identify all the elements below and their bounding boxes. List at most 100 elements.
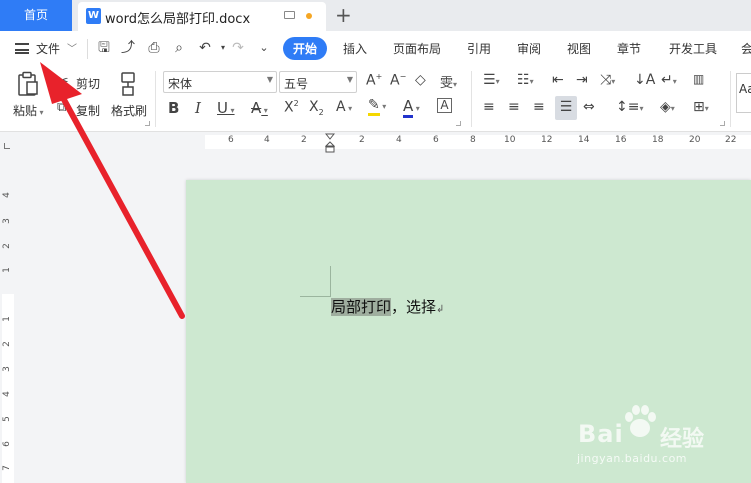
tab-bar: 首页 W word怎么局部打印.docx + xyxy=(0,0,751,31)
ruler-number: 8 xyxy=(470,135,476,145)
clipboard-paste-icon[interactable] xyxy=(16,71,40,97)
align-justify-icon[interactable]: ☰ xyxy=(555,96,577,120)
watermark-brand: Bai xyxy=(578,420,624,448)
vertical-ruler[interactable]: 4 3 2 1 1 2 3 4 5 6 7 xyxy=(0,154,16,483)
font-name-select[interactable]: 宋体 ▼ xyxy=(163,71,277,93)
distributed-align-icon[interactable]: ⇔ xyxy=(583,99,595,115)
style-gallery[interactable]: Aa xyxy=(736,73,751,113)
superscript-icon[interactable]: X2 xyxy=(284,99,299,116)
ruler-number: 1 xyxy=(1,267,12,273)
ruler-toggle-icon[interactable]: ▥ xyxy=(693,72,704,86)
scissors-icon[interactable]: ✂ xyxy=(57,73,69,89)
italic-icon[interactable]: I xyxy=(195,99,201,117)
align-right-icon[interactable]: ≡ xyxy=(533,99,545,115)
increase-indent-icon[interactable]: ⇥ xyxy=(576,72,588,88)
format-painter-icon[interactable] xyxy=(118,71,138,97)
cut-button[interactable]: 剪切 xyxy=(76,75,100,92)
monitor-icon[interactable] xyxy=(284,11,295,19)
numbered-list-icon[interactable]: ☷▾ xyxy=(517,72,534,88)
margin-corner-mark xyxy=(330,266,331,297)
ruler-number: 4 xyxy=(1,192,12,198)
paragraph-text[interactable]: ，选择 xyxy=(391,298,436,316)
shading-fill-icon[interactable]: ◈▾ xyxy=(660,99,675,115)
unsaved-dot-icon xyxy=(306,13,312,19)
align-left-icon[interactable]: ≡ xyxy=(483,99,495,115)
paragraph-mark-icon: ↲ xyxy=(436,304,445,315)
export-icon[interactable]: ⤴ xyxy=(119,39,137,57)
clear-format-eraser-icon[interactable]: ◇ xyxy=(415,72,426,88)
redo-icon[interactable]: ↷ xyxy=(229,39,247,57)
tab-stop-selector-icon[interactable] xyxy=(4,143,10,149)
paste-button[interactable]: 粘贴 ▾ xyxy=(13,102,44,119)
ruler-number: 1 xyxy=(1,316,12,322)
ruler-number: 20 xyxy=(689,135,701,145)
selected-text[interactable]: 局部打印 xyxy=(331,298,392,316)
ruler-number: 7 xyxy=(1,465,12,471)
copy-button[interactable]: 复制 xyxy=(76,102,100,119)
word-doc-icon: W xyxy=(86,8,101,24)
bullet-list-icon[interactable]: ☰▾ xyxy=(483,72,500,88)
print-preview-icon[interactable]: ⌕ xyxy=(170,39,188,57)
clipboard-group-expand-icon[interactable] xyxy=(145,121,150,126)
ruler-number: 4 xyxy=(396,135,402,145)
indent-marker-icon[interactable] xyxy=(325,133,335,153)
tab-section[interactable]: 章节 xyxy=(617,40,641,57)
chevron-down-icon[interactable]: ﹀ xyxy=(67,40,77,55)
baidu-paw-logo-icon xyxy=(625,405,656,437)
show-marks-icon[interactable]: ↵▾ xyxy=(661,72,677,88)
save-icon[interactable]: 🖫 xyxy=(95,39,113,57)
ruler-number: 6 xyxy=(1,441,12,447)
shrink-font-icon[interactable]: A− xyxy=(390,72,406,89)
char-border-icon[interactable]: A xyxy=(437,98,452,113)
ribbon-divider xyxy=(730,71,731,127)
highlight-marker-icon[interactable]: ✎ ▾ xyxy=(368,97,386,116)
font-group-expand-icon[interactable] xyxy=(456,121,461,126)
sort-icon[interactable]: ↓A xyxy=(634,72,655,88)
customize-toolbar-icon[interactable]: ⌄ xyxy=(255,39,273,57)
borders-icon[interactable]: ⊞▾ xyxy=(693,99,709,115)
ribbon-divider xyxy=(471,71,472,127)
ruler-number: 4 xyxy=(1,391,12,397)
document-tab[interactable]: W word怎么局部打印.docx xyxy=(78,2,326,31)
print-icon[interactable]: ⎙ xyxy=(145,39,163,57)
grow-font-icon[interactable]: A+ xyxy=(366,72,382,89)
ruler-number: 14 xyxy=(578,135,590,145)
copy-icon[interactable]: ⧉ xyxy=(57,100,66,115)
font-color-icon[interactable]: A ▾ xyxy=(403,97,420,118)
home-tab[interactable]: 首页 xyxy=(0,0,72,31)
text-effect-icon[interactable]: A ▾ xyxy=(336,99,352,115)
new-tab-plus-icon[interactable]: + xyxy=(335,3,352,27)
tab-member[interactable]: 会 xyxy=(741,40,751,57)
align-center-icon[interactable]: ≡ xyxy=(508,99,520,115)
file-menu[interactable]: 文件 xyxy=(36,40,60,57)
tab-review[interactable]: 审阅 xyxy=(517,40,541,57)
chinese-layout-icon[interactable]: ⤨▾ xyxy=(600,72,615,88)
subscript-icon[interactable]: X2 xyxy=(309,99,324,117)
underline-icon[interactable]: U ▾ xyxy=(217,99,235,117)
tab-view[interactable]: 视图 xyxy=(567,40,591,57)
tab-references[interactable]: 引用 xyxy=(467,40,491,57)
tab-insert[interactable]: 插入 xyxy=(343,40,367,57)
ribbon: 粘贴 ▾ ✂ 剪切 ⧉ 复制 格式刷 宋体 ▼ 五号 ▼ A+ A− ◇ 雯▾ B … xyxy=(0,67,751,132)
watermark-url: jingyan.baidu.com xyxy=(577,452,688,465)
tab-developer[interactable]: 开发工具 xyxy=(669,40,717,57)
format-painter-button[interactable]: 格式刷 xyxy=(111,102,147,119)
strikethrough-icon[interactable]: A ▾ xyxy=(251,99,268,117)
tab-page-layout[interactable]: 页面布局 xyxy=(393,40,441,57)
line-spacing-icon[interactable]: ↕≡▾ xyxy=(616,99,643,115)
document-paragraph[interactable]: 局部打印，选择↲ xyxy=(331,296,444,317)
paragraph-group-expand-icon[interactable] xyxy=(720,121,725,126)
hamburger-menu-icon[interactable] xyxy=(15,43,29,54)
decrease-indent-icon[interactable]: ⇤ xyxy=(552,72,564,88)
bold-icon[interactable]: B xyxy=(168,99,179,117)
phonetic-guide-icon[interactable]: 雯▾ xyxy=(440,72,457,91)
horizontal-ruler[interactable]: 6 4 2 2 4 6 8 10 12 14 16 18 20 22 xyxy=(0,132,751,154)
undo-icon[interactable]: ↶ xyxy=(196,39,214,57)
ruler-number: 22 xyxy=(725,135,737,145)
ruler-number: 10 xyxy=(504,135,516,145)
ruler-number: 2 xyxy=(301,135,307,145)
tab-start[interactable]: 开始 xyxy=(283,37,328,60)
font-size-select[interactable]: 五号 ▼ xyxy=(279,71,357,93)
ruler-number: 3 xyxy=(1,218,12,224)
ruler-number: 5 xyxy=(1,416,12,422)
